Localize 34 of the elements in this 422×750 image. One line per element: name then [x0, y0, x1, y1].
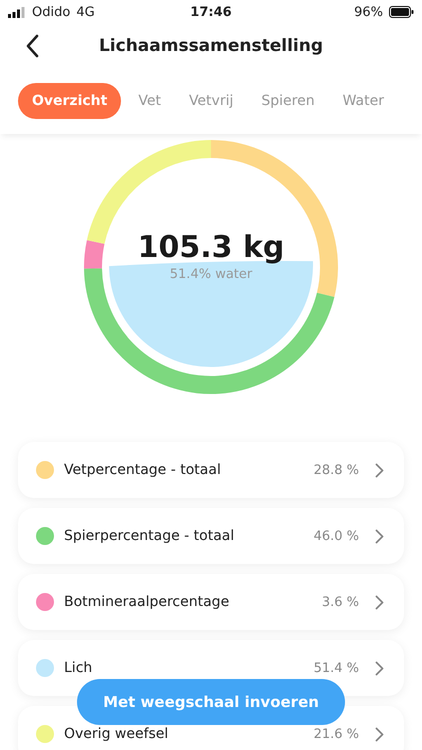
metric-label: Vetpercentage - totaal — [64, 462, 222, 478]
signal-icon — [8, 6, 26, 18]
battery-icon — [388, 6, 414, 18]
battery-percentage: 96% — [354, 4, 383, 20]
clock-time: 17:46 — [190, 4, 232, 20]
metric-row[interactable]: Botmineraalpercentage 3.6 % — [18, 574, 404, 630]
tab[interactable]: Overzicht — [18, 83, 122, 119]
water-caption: 51.4% water — [170, 267, 252, 282]
weight-value: 105.3 kg — [138, 230, 284, 265]
metric-value: 28.8 % — [314, 462, 359, 478]
metric-row[interactable]: Spierpercentage - totaal 46.0 % — [18, 508, 404, 564]
metric-label: Overig weefsel — [64, 726, 170, 742]
metric-value: 3.6 % — [322, 594, 359, 610]
metric-label: Lich — [64, 660, 94, 676]
tab[interactable]: Vet — [127, 83, 172, 119]
metric-value: 51.4 % — [314, 660, 359, 676]
chevron-icon — [375, 462, 384, 478]
chevron-icon — [375, 726, 384, 742]
scale-entry-button[interactable]: Met weegschaal invoeren — [77, 679, 345, 725]
back-icon[interactable] — [25, 34, 39, 58]
network-type: 4G — [76, 4, 95, 20]
metric-row[interactable]: Vetpercentage - totaal 28.8 % — [18, 442, 404, 498]
chevron-icon — [375, 528, 384, 544]
chevron-icon — [375, 594, 384, 610]
metric-label: Botmineraalpercentage — [64, 594, 230, 610]
metric-value: 21.6 % — [314, 726, 359, 742]
carrier-name: Odido — [32, 4, 70, 20]
page-title: Lichaamssamenstelling — [98, 36, 324, 56]
chevron-icon — [375, 660, 384, 676]
metric-label: Spierpercentage - totaal — [64, 528, 236, 544]
tab[interactable]: Spieren — [250, 83, 326, 119]
metric-value: 46.0 % — [314, 528, 359, 544]
tab[interactable]: Vetvrij — [178, 83, 244, 119]
tab[interactable]: Water — [332, 83, 395, 119]
